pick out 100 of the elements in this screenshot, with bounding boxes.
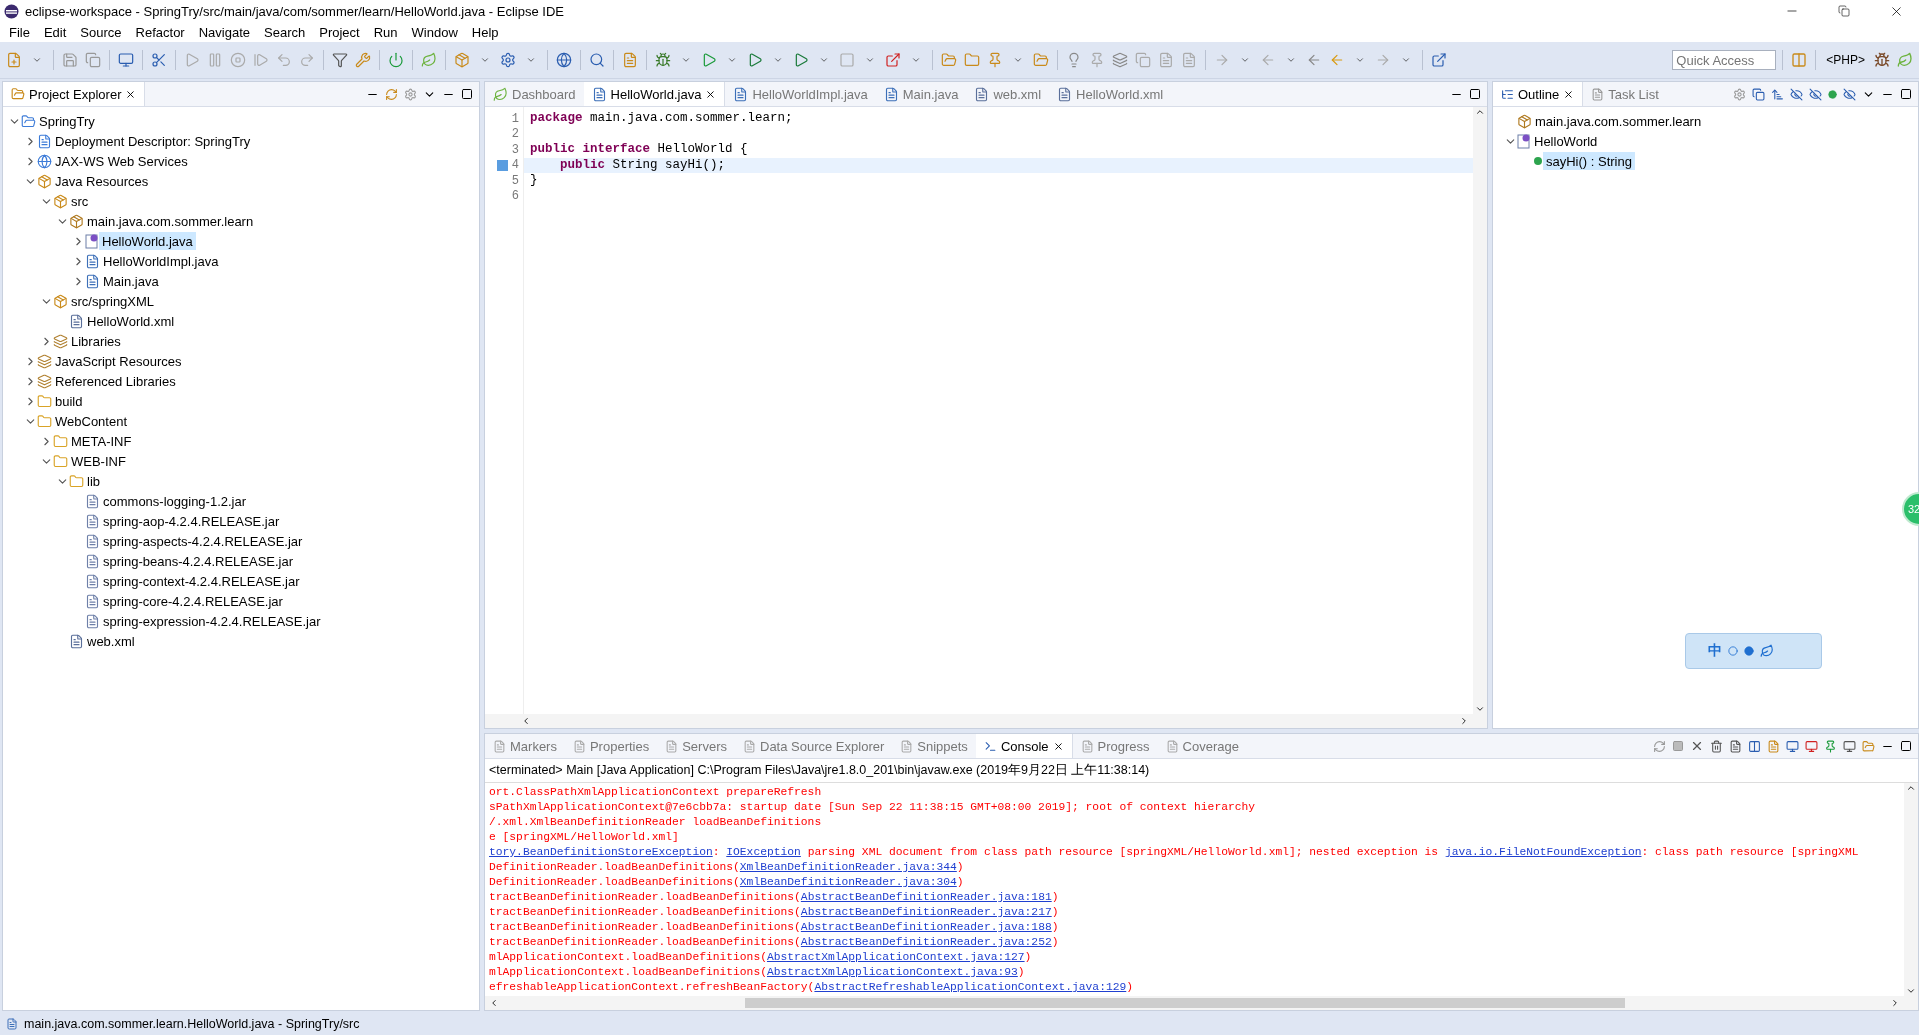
view-tab[interactable]: Progress [1072,734,1158,758]
scroll-thumb[interactable] [745,998,1625,1008]
menu-item[interactable]: Project [312,24,367,40]
stack-trace-link[interactable]: AbstractBeanDefinitionReader.java:217 [800,906,1052,918]
view-tab[interactable]: Console [975,734,1073,758]
wrench-icon[interactable] [355,52,371,68]
open-type-icon[interactable] [941,52,957,68]
public-member-icon[interactable] [1828,89,1837,99]
clear-console-icon[interactable] [1729,739,1742,753]
stack-trace-link[interactable]: AbstractBeanDefinitionReader.java:181 [800,891,1052,903]
sort-icon[interactable] [1771,87,1784,101]
caret-icon[interactable] [1240,55,1250,65]
tree-item[interactable]: sayHi() : String [1543,152,1635,170]
tree-item[interactable]: HelloWorldImpl.java [100,252,222,270]
caret-icon[interactable] [1286,55,1296,65]
tree-item[interactable]: spring-aspects-4.2.4.RELEASE.jar [100,532,306,550]
view-tab[interactable]: Coverage [1157,734,1247,758]
hide-static-icon[interactable] [1809,87,1822,101]
caret-icon[interactable] [773,55,783,65]
leaf-icon[interactable] [421,52,437,68]
tree-item[interactable]: Main.java [100,272,162,290]
tree-item[interactable]: HelloWorld [1531,132,1601,150]
menu-item[interactable]: Help [464,24,506,40]
menu-item[interactable]: Window [404,24,465,40]
menu-item[interactable]: File [2,24,37,40]
view-tab[interactable]: Markers [485,734,565,758]
menu-item[interactable]: Run [366,24,405,40]
tree-item[interactable]: build [52,392,86,410]
stack-trace-link[interactable]: IOException [726,846,801,858]
maximize-icon[interactable] [1469,88,1481,100]
editor-tab[interactable]: HelloWorldImpl.java [725,82,876,106]
pin-icon[interactable] [987,52,1003,68]
caret-icon[interactable] [727,55,737,65]
tree-item[interactable]: spring-expression-4.2.4.RELEASE.jar [100,612,324,630]
save-icon[interactable] [62,52,78,68]
show-stdout-icon[interactable] [1786,739,1799,753]
tree-item[interactable]: JAX-WS Web Services [52,152,191,170]
view-tab[interactable]: Properties [564,734,658,758]
hide-fields-icon[interactable] [1790,87,1803,101]
stack-trace-link[interactable]: XmlBeanDefinitionReader.java:344 [739,861,957,873]
open-task-icon[interactable] [1033,52,1049,68]
scroll-up-icon[interactable] [1475,107,1485,117]
stack-trace-link[interactable]: AbstractXmlApplicationContext.java:127 [766,951,1025,963]
tree-item[interactable]: lib [84,472,103,490]
menu-item[interactable]: Navigate [191,24,257,40]
gear-icon[interactable] [500,52,516,68]
tree-item[interactable]: Deployment Descriptor: SpringTry [52,132,254,150]
terminate-icon[interactable] [1672,740,1684,752]
save-all-icon[interactable] [85,52,101,68]
close-icon[interactable] [705,88,717,100]
tree-item[interactable]: Referenced Libraries [52,372,179,390]
scroll-up-icon[interactable] [1906,783,1916,793]
tree-item[interactable]: META-INF [68,432,135,450]
tree-item[interactable]: SpringTry [36,112,98,130]
window-icon[interactable] [1431,52,1447,68]
scroll-down-icon[interactable] [1475,704,1485,714]
display-console-icon[interactable] [1843,739,1856,753]
gear-icon[interactable] [1733,87,1746,101]
tree-item[interactable]: spring-context-4.2.4.RELEASE.jar [100,572,303,590]
pin-icon[interactable] [1824,739,1837,753]
editor-tab[interactable]: HelloWorld.xml [1049,82,1172,106]
caret-icon[interactable] [526,55,536,65]
tree-item[interactable]: spring-beans-4.2.4.RELEASE.jar [100,552,297,570]
tree-item[interactable]: commons-logging-1.2.jar [100,492,250,510]
editor-tab[interactable]: HelloWorld.java [583,82,726,106]
stack-trace-link[interactable]: AbstractRefreshableApplicationContext.java:129 [814,981,1127,993]
last-edit-icon[interactable] [1306,52,1322,68]
editor-tab[interactable]: Main.java [875,82,967,106]
stack-trace-link[interactable]: AbstractBeanDefinitionReader.java:252 [800,936,1052,948]
editor-tab[interactable]: web.xml [966,82,1050,106]
view-tab[interactable]: Data Source Explorer [735,734,893,758]
search-icon[interactable] [589,52,605,68]
tree-item[interactable]: WebContent [52,412,131,430]
caret-icon[interactable] [681,55,691,65]
hide-local-icon[interactable] [1843,87,1856,101]
caret-icon[interactable] [911,55,921,65]
quick-access-field[interactable]: Quick Access [1672,50,1777,70]
view-tab[interactable]: Task List [1583,82,1667,106]
caret-icon[interactable] [1013,55,1023,65]
tree-item[interactable]: main.java.com.sommer.learn [1532,112,1705,130]
perspective-button[interactable]: <PHP> [1822,53,1869,67]
external-tools-icon[interactable] [885,52,901,68]
scroll-left-icon[interactable] [521,716,531,726]
menu-item[interactable]: Edit [36,24,74,40]
stack-trace-link[interactable]: java.io.FileNotFoundException [1444,846,1642,858]
input-method-bar[interactable]: 中 [1685,633,1822,669]
run-icon[interactable] [701,52,717,68]
view-tab[interactable]: Outline [1493,82,1584,106]
maximize-icon[interactable] [1900,88,1912,100]
scroll-right-icon[interactable] [1890,998,1900,1008]
input-mode-label[interactable]: 中 [1708,642,1722,660]
stack-trace-link[interactable]: AbstractXmlApplicationContext.java:93 [766,966,1018,978]
lightbulb-icon[interactable] [1066,52,1082,68]
caret-icon[interactable] [480,55,490,65]
tree-item[interactable]: spring-core-4.2.4.RELEASE.jar [100,592,286,610]
open-console-icon[interactable] [1862,739,1875,753]
debug-perspective-icon[interactable] [1874,52,1890,68]
maximize-icon[interactable] [1900,740,1912,752]
open-perspective-icon[interactable] [1791,52,1808,68]
horizontal-scrollbar[interactable] [485,996,1918,1010]
